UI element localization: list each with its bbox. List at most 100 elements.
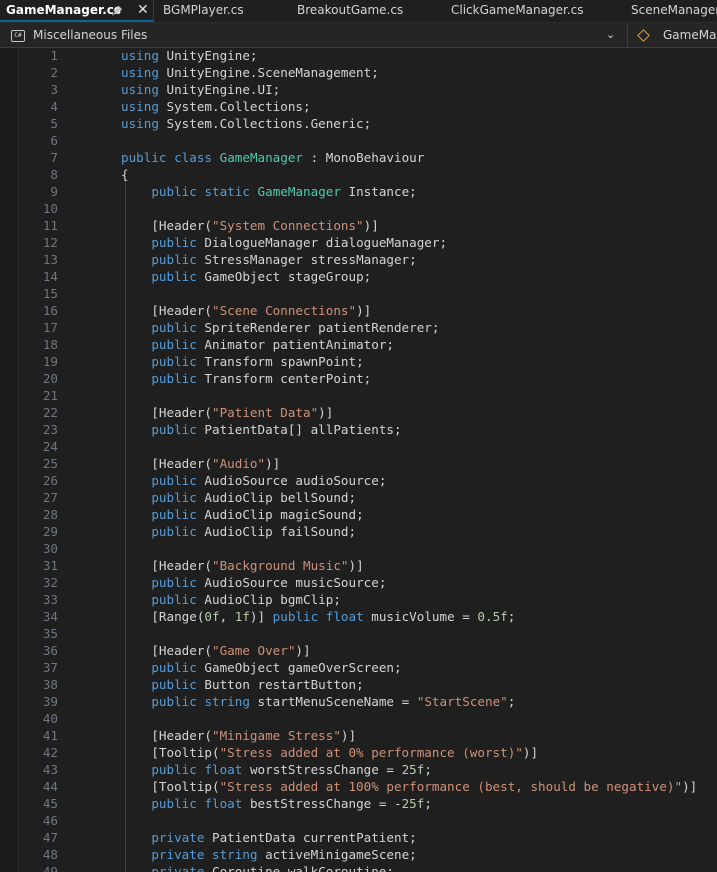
code-line[interactable]: 12 public DialogueManager dialogueManage… xyxy=(0,234,717,251)
code-line[interactable]: 9 public static GameManager Instance; xyxy=(0,183,717,200)
code-line[interactable]: 19 public Transform spawnPoint; xyxy=(0,353,717,370)
token-text: : MonoBehaviour xyxy=(303,150,425,165)
code-text: public static GameManager Instance; xyxy=(121,183,416,200)
token-text: ; xyxy=(424,796,432,811)
code-line[interactable]: 38 public Button restartButton; xyxy=(0,676,717,693)
tab-bgmplayer[interactable]: BGMPlayer.cs xyxy=(157,0,277,22)
code-line[interactable]: 2 using UnityEngine.SceneManagement; xyxy=(0,64,717,81)
code-text: using UnityEngine.SceneManagement; xyxy=(121,64,379,81)
token-text: System.Collections.Generic; xyxy=(158,116,372,131)
token-text: )] xyxy=(522,745,539,760)
code-line[interactable]: 5 using System.Collections.Generic; xyxy=(0,115,717,132)
token-kw: public xyxy=(151,694,197,709)
code-line[interactable]: 44 [Tooltip("Stress added at 100% perfor… xyxy=(0,778,717,795)
code-line[interactable]: 32 public AudioSource musicSource; xyxy=(0,574,717,591)
member-dropdown[interactable]: GameManager xyxy=(630,23,717,47)
code-line[interactable]: 36 [Header("Game Over")] xyxy=(0,642,717,659)
token-text: )] xyxy=(340,728,357,743)
code-line[interactable]: 18 public Animator patientAnimator; xyxy=(0,336,717,353)
line-number: 37 xyxy=(42,660,58,675)
token-text: [Tooltip( xyxy=(121,779,220,794)
code-text: [Tooltip("Stress added at 0% performance… xyxy=(121,744,538,761)
code-editor[interactable]: 1 using UnityEngine; 2 using UnityEngine.Sc… xyxy=(0,48,717,872)
code-line[interactable]: 20 public Transform centerPoint; xyxy=(0,370,717,387)
code-text: public float bestStressChange = -25f; xyxy=(121,795,432,812)
code-line[interactable]: 7 public class GameManager : MonoBehaviou… xyxy=(0,149,717,166)
line-number: 4 xyxy=(50,99,58,114)
close-icon[interactable]: ✕ xyxy=(137,0,149,21)
code-line[interactable]: 49 private Coroutine walkCoroutine; xyxy=(0,863,717,872)
token-kw: public xyxy=(151,575,197,590)
line-number: 22 xyxy=(42,405,58,420)
code-line[interactable]: 17 public SpriteRenderer patientRenderer… xyxy=(0,319,717,336)
token-num: 25f xyxy=(401,796,425,811)
code-line[interactable]: 27 public AudioClip bellSound; xyxy=(0,489,717,506)
line-number: 19 xyxy=(42,354,58,369)
code-line[interactable]: 28 public AudioClip magicSound; xyxy=(0,506,717,523)
code-text: private PatientData currentPatient; xyxy=(121,829,416,846)
code-line[interactable]: 11 [Header("System Connections")] xyxy=(0,217,717,234)
code-line[interactable]: 34 [Range(0f, 1f)] public float musicVol… xyxy=(0,608,717,625)
code-text: public AudioClip failSound; xyxy=(121,523,356,540)
project-dropdown[interactable]: C# Miscellaneous Files ⌄ xyxy=(0,23,628,47)
tab-scenemanager1[interactable]: SceneManager1.cs xyxy=(625,0,717,22)
code-line[interactable]: 15 xyxy=(0,285,717,302)
code-line[interactable]: 35 xyxy=(0,625,717,642)
code-line[interactable]: 48 private string activeMinigameScene; xyxy=(0,846,717,863)
code-line[interactable]: 31 [Header("Background Music")] xyxy=(0,557,717,574)
token-kw: using xyxy=(121,116,159,131)
code-line[interactable]: 46 xyxy=(0,812,717,829)
line-number: 15 xyxy=(42,286,58,301)
tab-breakoutgame[interactable]: BreakoutGame.cs xyxy=(291,0,431,22)
code-line[interactable]: 42 [Tooltip("Stress added at 0% performa… xyxy=(0,744,717,761)
code-line[interactable]: 39 public string startMenuSceneName = "S… xyxy=(0,693,717,710)
tab-gamemanager[interactable]: GameManager.cs 🖈 ✕ xyxy=(0,0,154,22)
code-text: public GameObject gameOverScreen; xyxy=(121,659,401,676)
chevron-down-icon[interactable]: ⌄ xyxy=(606,23,615,47)
code-line[interactable]: 23 public PatientData[] allPatients; xyxy=(0,421,717,438)
pin-icon[interactable]: 🖈 xyxy=(112,0,122,21)
token-text: [Header( xyxy=(121,558,212,573)
code-line[interactable]: 33 public AudioClip bgmClip; xyxy=(0,591,717,608)
code-line[interactable]: 41 [Header("Minigame Stress")] xyxy=(0,727,717,744)
code-line[interactable]: 10 xyxy=(0,200,717,217)
code-line[interactable]: 40 xyxy=(0,710,717,727)
code-line[interactable]: 37 public GameObject gameOverScreen; xyxy=(0,659,717,676)
code-line[interactable]: 4 using System.Collections; xyxy=(0,98,717,115)
code-line[interactable]: 25 [Header("Audio")] xyxy=(0,455,717,472)
code-text: public Transform spawnPoint; xyxy=(121,353,363,370)
code-line[interactable]: 6 xyxy=(0,132,717,149)
code-line[interactable]: 26 public AudioSource audioSource; xyxy=(0,472,717,489)
code-line[interactable]: 1 using UnityEngine; xyxy=(0,48,717,64)
code-text: [Range(0f, 1f)] public float musicVolume… xyxy=(121,608,515,625)
code-line[interactable]: 30 xyxy=(0,540,717,557)
token-kw: float xyxy=(204,762,243,777)
line-number: 39 xyxy=(42,694,58,709)
code-line[interactable]: 24 xyxy=(0,438,717,455)
line-number: 17 xyxy=(42,320,58,335)
token-kw: public xyxy=(151,320,197,335)
code-line[interactable]: 21 xyxy=(0,387,717,404)
line-number: 27 xyxy=(42,490,58,505)
code-line[interactable]: 47 private PatientData currentPatient; xyxy=(0,829,717,846)
code-text: private string activeMinigameScene; xyxy=(121,846,416,863)
code-line[interactable]: 3 using UnityEngine.UI; xyxy=(0,81,717,98)
tab-clickgamemanager[interactable]: ClickGameManager.cs xyxy=(445,0,610,22)
code-line[interactable]: 16 [Header("Scene Connections")] xyxy=(0,302,717,319)
code-line[interactable]: 45 public float bestStressChange = -25f; xyxy=(0,795,717,812)
code-line[interactable]: 29 public AudioClip failSound; xyxy=(0,523,717,540)
code-text: public AudioClip bellSound; xyxy=(121,489,356,506)
token-kw: public xyxy=(151,184,197,199)
code-line[interactable]: 43 public float worstStressChange = 25f; xyxy=(0,761,717,778)
token-text: AudioClip magicSound; xyxy=(196,507,364,522)
token-kw: public xyxy=(151,354,197,369)
token-kw: using xyxy=(121,82,159,97)
code-text: using UnityEngine; xyxy=(121,48,258,64)
line-number: 5 xyxy=(50,116,58,131)
code-line[interactable]: 13 public StressManager stressManager; xyxy=(0,251,717,268)
code-line[interactable]: 14 public GameObject stageGroup; xyxy=(0,268,717,285)
code-line[interactable]: 22 [Header("Patient Data")] xyxy=(0,404,717,421)
code-line[interactable]: 8{ xyxy=(0,166,717,183)
